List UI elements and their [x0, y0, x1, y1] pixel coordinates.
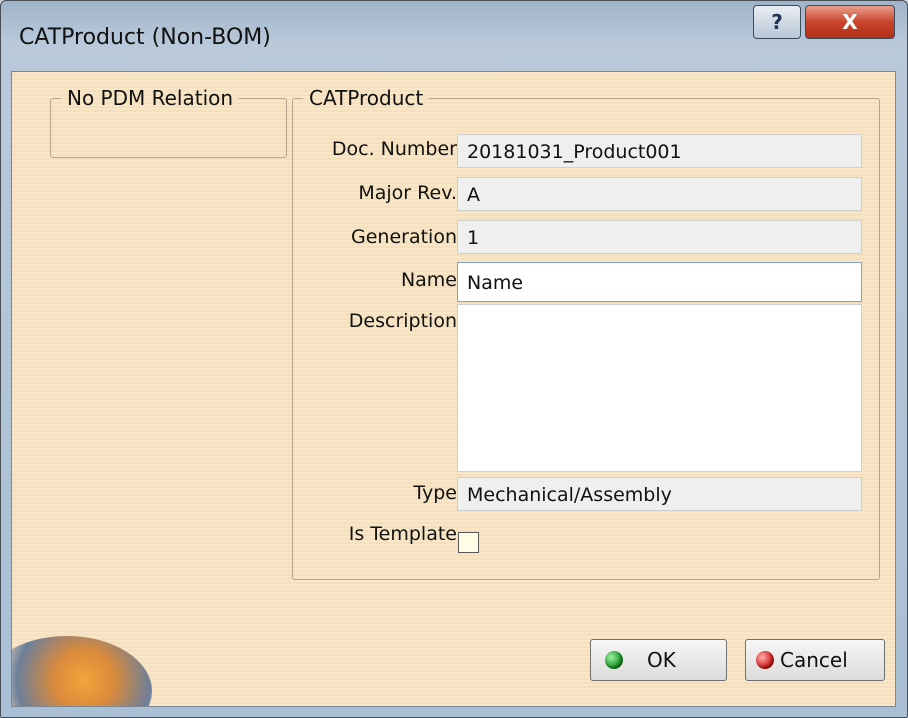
generation-field[interactable]: 1 [457, 220, 862, 254]
type-label: Type [413, 482, 457, 504]
is-template-checkbox[interactable] [458, 532, 479, 553]
doc-number-field[interactable]: 20181031_Product001 [457, 134, 862, 168]
doc-number-label: Doc. Number [331, 138, 457, 160]
type-field[interactable]: Mechanical/Assembly [457, 477, 862, 511]
catia-logo-decoration [12, 636, 152, 706]
close-button[interactable]: X [805, 5, 895, 39]
name-label: Name [400, 269, 457, 291]
window-title: CATProduct (Non-BOM) [19, 25, 271, 50]
title-bar[interactable]: CATProduct (Non-BOM) ? X [1, 1, 907, 71]
dialog-body: No PDM Relation CATProduct Doc. Number M… [11, 71, 896, 707]
cancel-button[interactable]: Cancel [745, 639, 885, 681]
no-pdm-relation-legend: No PDM Relation [67, 86, 234, 110]
help-icon: ? [771, 10, 783, 34]
major-rev-field[interactable]: A [457, 177, 862, 211]
description-label: Description [348, 310, 457, 332]
major-rev-label: Major Rev. [358, 182, 457, 204]
help-button[interactable]: ? [753, 5, 801, 39]
ok-label: OK [647, 648, 676, 672]
description-field[interactable] [457, 304, 862, 472]
ok-button[interactable]: OK [590, 639, 727, 681]
dialog-window: CATProduct (Non-BOM) ? X No PDM Relation… [0, 0, 908, 718]
cancel-icon [756, 651, 774, 669]
generation-label: Generation [351, 226, 457, 248]
field-labels: Doc. Number Major Rev. Generation Name D… [232, 72, 457, 572]
ok-icon [605, 651, 623, 669]
name-field[interactable]: Name [457, 262, 862, 302]
is-template-label: Is Template [348, 523, 457, 545]
close-icon: X [842, 10, 858, 34]
cancel-label: Cancel [780, 648, 848, 672]
